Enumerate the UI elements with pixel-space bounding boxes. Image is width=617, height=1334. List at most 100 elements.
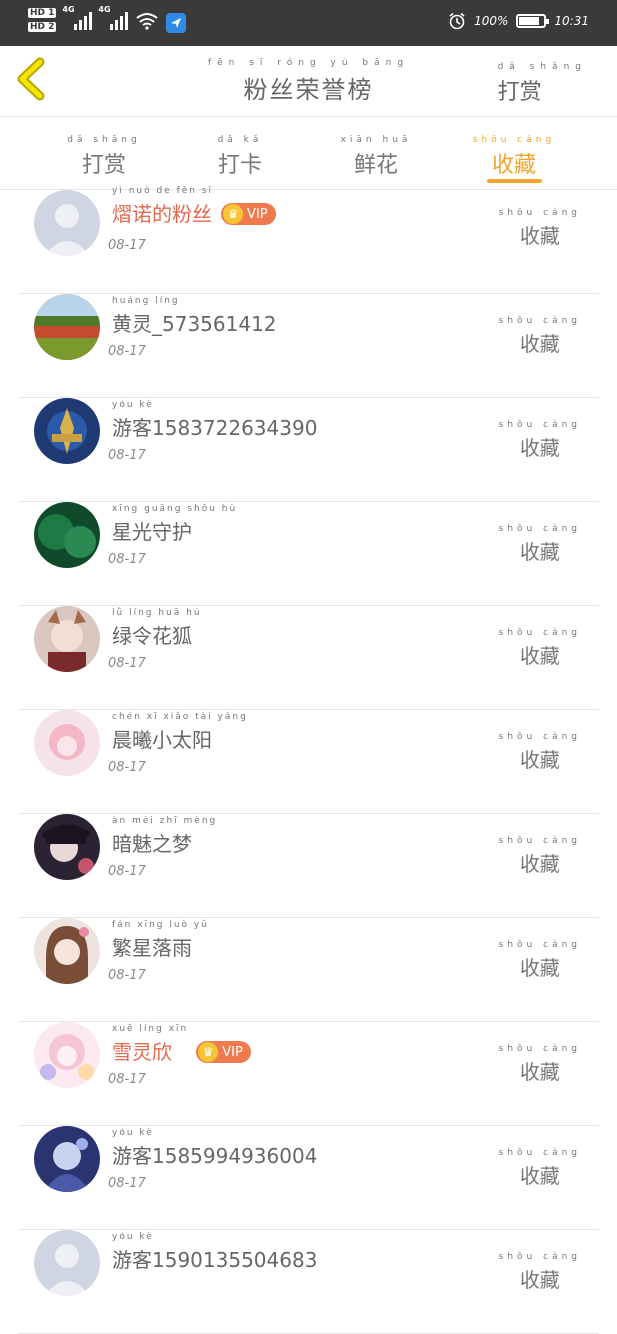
favorite-action[interactable]: shōu cáng 收藏 <box>499 940 581 981</box>
favorite-action[interactable]: shōu cáng 收藏 <box>499 524 581 565</box>
name-pinyin: lǜ líng huā hú <box>112 608 202 618</box>
avatar[interactable] <box>34 1022 100 1088</box>
tab-favorites[interactable]: shōu cáng 收藏 <box>464 135 564 179</box>
name-pinyin: xuě líng xīn <box>112 1024 189 1034</box>
name-text: 黄灵_573561412 <box>112 312 277 336</box>
avatar[interactable] <box>34 710 100 776</box>
favorite-action[interactable]: shōu cáng 收藏 <box>499 316 581 357</box>
avatar[interactable] <box>34 814 100 880</box>
title-text: 粉丝荣誉榜 <box>243 76 374 104</box>
date-label: 08-17 <box>108 864 146 879</box>
hd1-label: HD 1 <box>28 8 57 18</box>
favorite-action[interactable]: shōu cáng 收藏 <box>499 628 581 669</box>
action-pinyin: shōu cáng <box>498 732 581 742</box>
date-label: 08-17 <box>108 344 146 359</box>
name-text: 游客1590135504683 <box>112 1248 318 1272</box>
action-pinyin: shōu cáng <box>498 1148 581 1158</box>
list-item[interactable]: huáng líng 黄灵_573561412 08-17 shōu cáng … <box>0 294 617 398</box>
favorite-action[interactable]: shōu cáng 收藏 <box>499 836 581 877</box>
avatar[interactable] <box>34 918 100 984</box>
avatar[interactable] <box>34 1230 100 1296</box>
hd2-label: HD 2 <box>28 22 57 32</box>
action-pinyin: shōu cáng <box>498 208 581 218</box>
avatar[interactable] <box>34 190 100 256</box>
vip-badge: ♛ VIP <box>196 1041 251 1063</box>
action-label: 收藏 <box>519 332 560 356</box>
signal-icon: 4G <box>62 5 93 30</box>
date-label: 08-17 <box>108 1176 146 1191</box>
action-label: 收藏 <box>519 748 560 772</box>
action-pinyin: shōu cáng <box>498 1252 581 1262</box>
action-label: 收藏 <box>519 1268 560 1292</box>
user-name: yóu kè 游客1590135504683 <box>112 1232 317 1273</box>
favorite-action[interactable]: shōu cáng 收藏 <box>499 1252 581 1293</box>
name-pinyin: fán xīng luò yǔ <box>112 920 209 930</box>
name-text: 星光守护 <box>112 520 192 544</box>
user-name: yì nuò de fěn sī 熠诺的粉丝 ♛ VIP <box>112 186 276 227</box>
tab-reward[interactable]: dǎ shǎng 打赏 <box>54 135 154 179</box>
list-item[interactable]: yóu kè 游客1585994936004 08-17 shōu cáng 收… <box>0 1126 617 1230</box>
avatar[interactable] <box>34 606 100 672</box>
list-item[interactable]: yóu kè 游客1590135504683 shōu cáng 收藏 <box>0 1230 617 1334</box>
vip-badge: ♛ VIP <box>221 203 276 225</box>
name-text: 雪灵欣 <box>112 1040 172 1064</box>
list-item[interactable]: xīng guāng shǒu hù 星光守护 08-17 shōu cáng … <box>0 502 617 606</box>
alarm-icon <box>449 12 465 30</box>
action-pinyin: shōu cáng <box>498 420 581 430</box>
avatar[interactable] <box>34 502 100 568</box>
list-item[interactable]: xuě líng xīn 雪灵欣 ♛ VIP 08-17 shōu cáng 收藏 <box>0 1022 617 1126</box>
avatar[interactable] <box>34 398 100 464</box>
avatar[interactable] <box>34 294 100 360</box>
list-item[interactable]: àn mèi zhī mèng 暗魅之梦 08-17 shōu cáng 收藏 <box>0 814 617 918</box>
reward-label: 打赏 <box>497 80 542 105</box>
action-label: 收藏 <box>519 956 560 980</box>
favorite-action[interactable]: shōu cáng 收藏 <box>499 420 581 461</box>
action-label: 收藏 <box>519 1164 560 1188</box>
tab-checkin[interactable]: dǎ kǎ 打卡 <box>190 135 290 179</box>
action-pinyin: shōu cáng <box>498 628 581 638</box>
list-item[interactable]: lǜ líng huā hú 绿令花狐 08-17 shōu cáng 收藏 <box>0 606 617 710</box>
tab-flowers[interactable]: xiān huā 鲜花 <box>326 135 426 179</box>
name-pinyin: yóu kè <box>112 1128 154 1138</box>
reward-pinyin: dǎ shǎng <box>497 62 587 72</box>
user-name: xuě líng xīn 雪灵欣 ♛ VIP <box>112 1024 251 1065</box>
list-item[interactable]: chén xī xiǎo tài yáng 晨曦小太阳 08-17 shōu c… <box>0 710 617 814</box>
date-label: 08-17 <box>108 968 146 983</box>
favorite-action[interactable]: shōu cáng 收藏 <box>499 732 581 773</box>
action-label: 收藏 <box>519 540 560 564</box>
action-label: 收藏 <box>519 224 560 248</box>
action-pinyin: shōu cáng <box>498 836 581 846</box>
name-text: 绿令花狐 <box>112 624 192 648</box>
name-pinyin: chén xī xiǎo tài yáng <box>112 712 248 722</box>
date-label: 08-17 <box>108 238 146 253</box>
action-pinyin: shōu cáng <box>498 524 581 534</box>
name-pinyin: àn mèi zhī mèng <box>112 816 218 826</box>
action-label: 收藏 <box>519 852 560 876</box>
action-pinyin: shōu cáng <box>498 1044 581 1054</box>
name-pinyin: yì nuò de fěn sī <box>112 186 214 196</box>
action-label: 收藏 <box>519 644 560 668</box>
name-text: 游客1585994936004 <box>112 1144 318 1168</box>
tab-pinyin: xiān huā <box>340 135 412 145</box>
action-label: 收藏 <box>519 436 560 460</box>
favorite-action[interactable]: shōu cáng 收藏 <box>499 1148 581 1189</box>
favorite-action[interactable]: shōu cáng 收藏 <box>499 208 581 249</box>
favorite-action[interactable]: shōu cáng 收藏 <box>499 1044 581 1085</box>
name-text: 游客1583722634390 <box>112 416 318 440</box>
tab-label: 打赏 <box>81 153 126 178</box>
action-pinyin: shōu cáng <box>498 940 581 950</box>
reward-button[interactable]: dǎ shǎng 打赏 <box>498 62 587 106</box>
vip-label: VIP <box>222 1044 243 1060</box>
action-label: 收藏 <box>519 1060 560 1084</box>
user-name: àn mèi zhī mèng 暗魅之梦 <box>112 816 217 857</box>
action-pinyin: shōu cáng <box>498 316 581 326</box>
avatar[interactable] <box>34 1126 100 1192</box>
date-label: 08-17 <box>108 552 146 567</box>
tab-label: 打卡 <box>217 153 262 178</box>
list-item[interactable]: yóu kè 游客1583722634390 08-17 shōu cáng 收… <box>0 398 617 502</box>
network-type-label: 4G <box>62 5 75 14</box>
list-item[interactable]: yì nuò de fěn sī 熠诺的粉丝 ♛ VIP 08-17 shōu c… <box>0 186 617 294</box>
tab-pinyin: dǎ kǎ <box>217 135 263 145</box>
list-item[interactable]: fán xīng luò yǔ 繁星落雨 08-17 shōu cáng 收藏 <box>0 918 617 1022</box>
tab-bar: dǎ shǎng 打赏 dǎ kǎ 打卡 xiān huā 鲜花 shōu cá… <box>0 117 617 190</box>
